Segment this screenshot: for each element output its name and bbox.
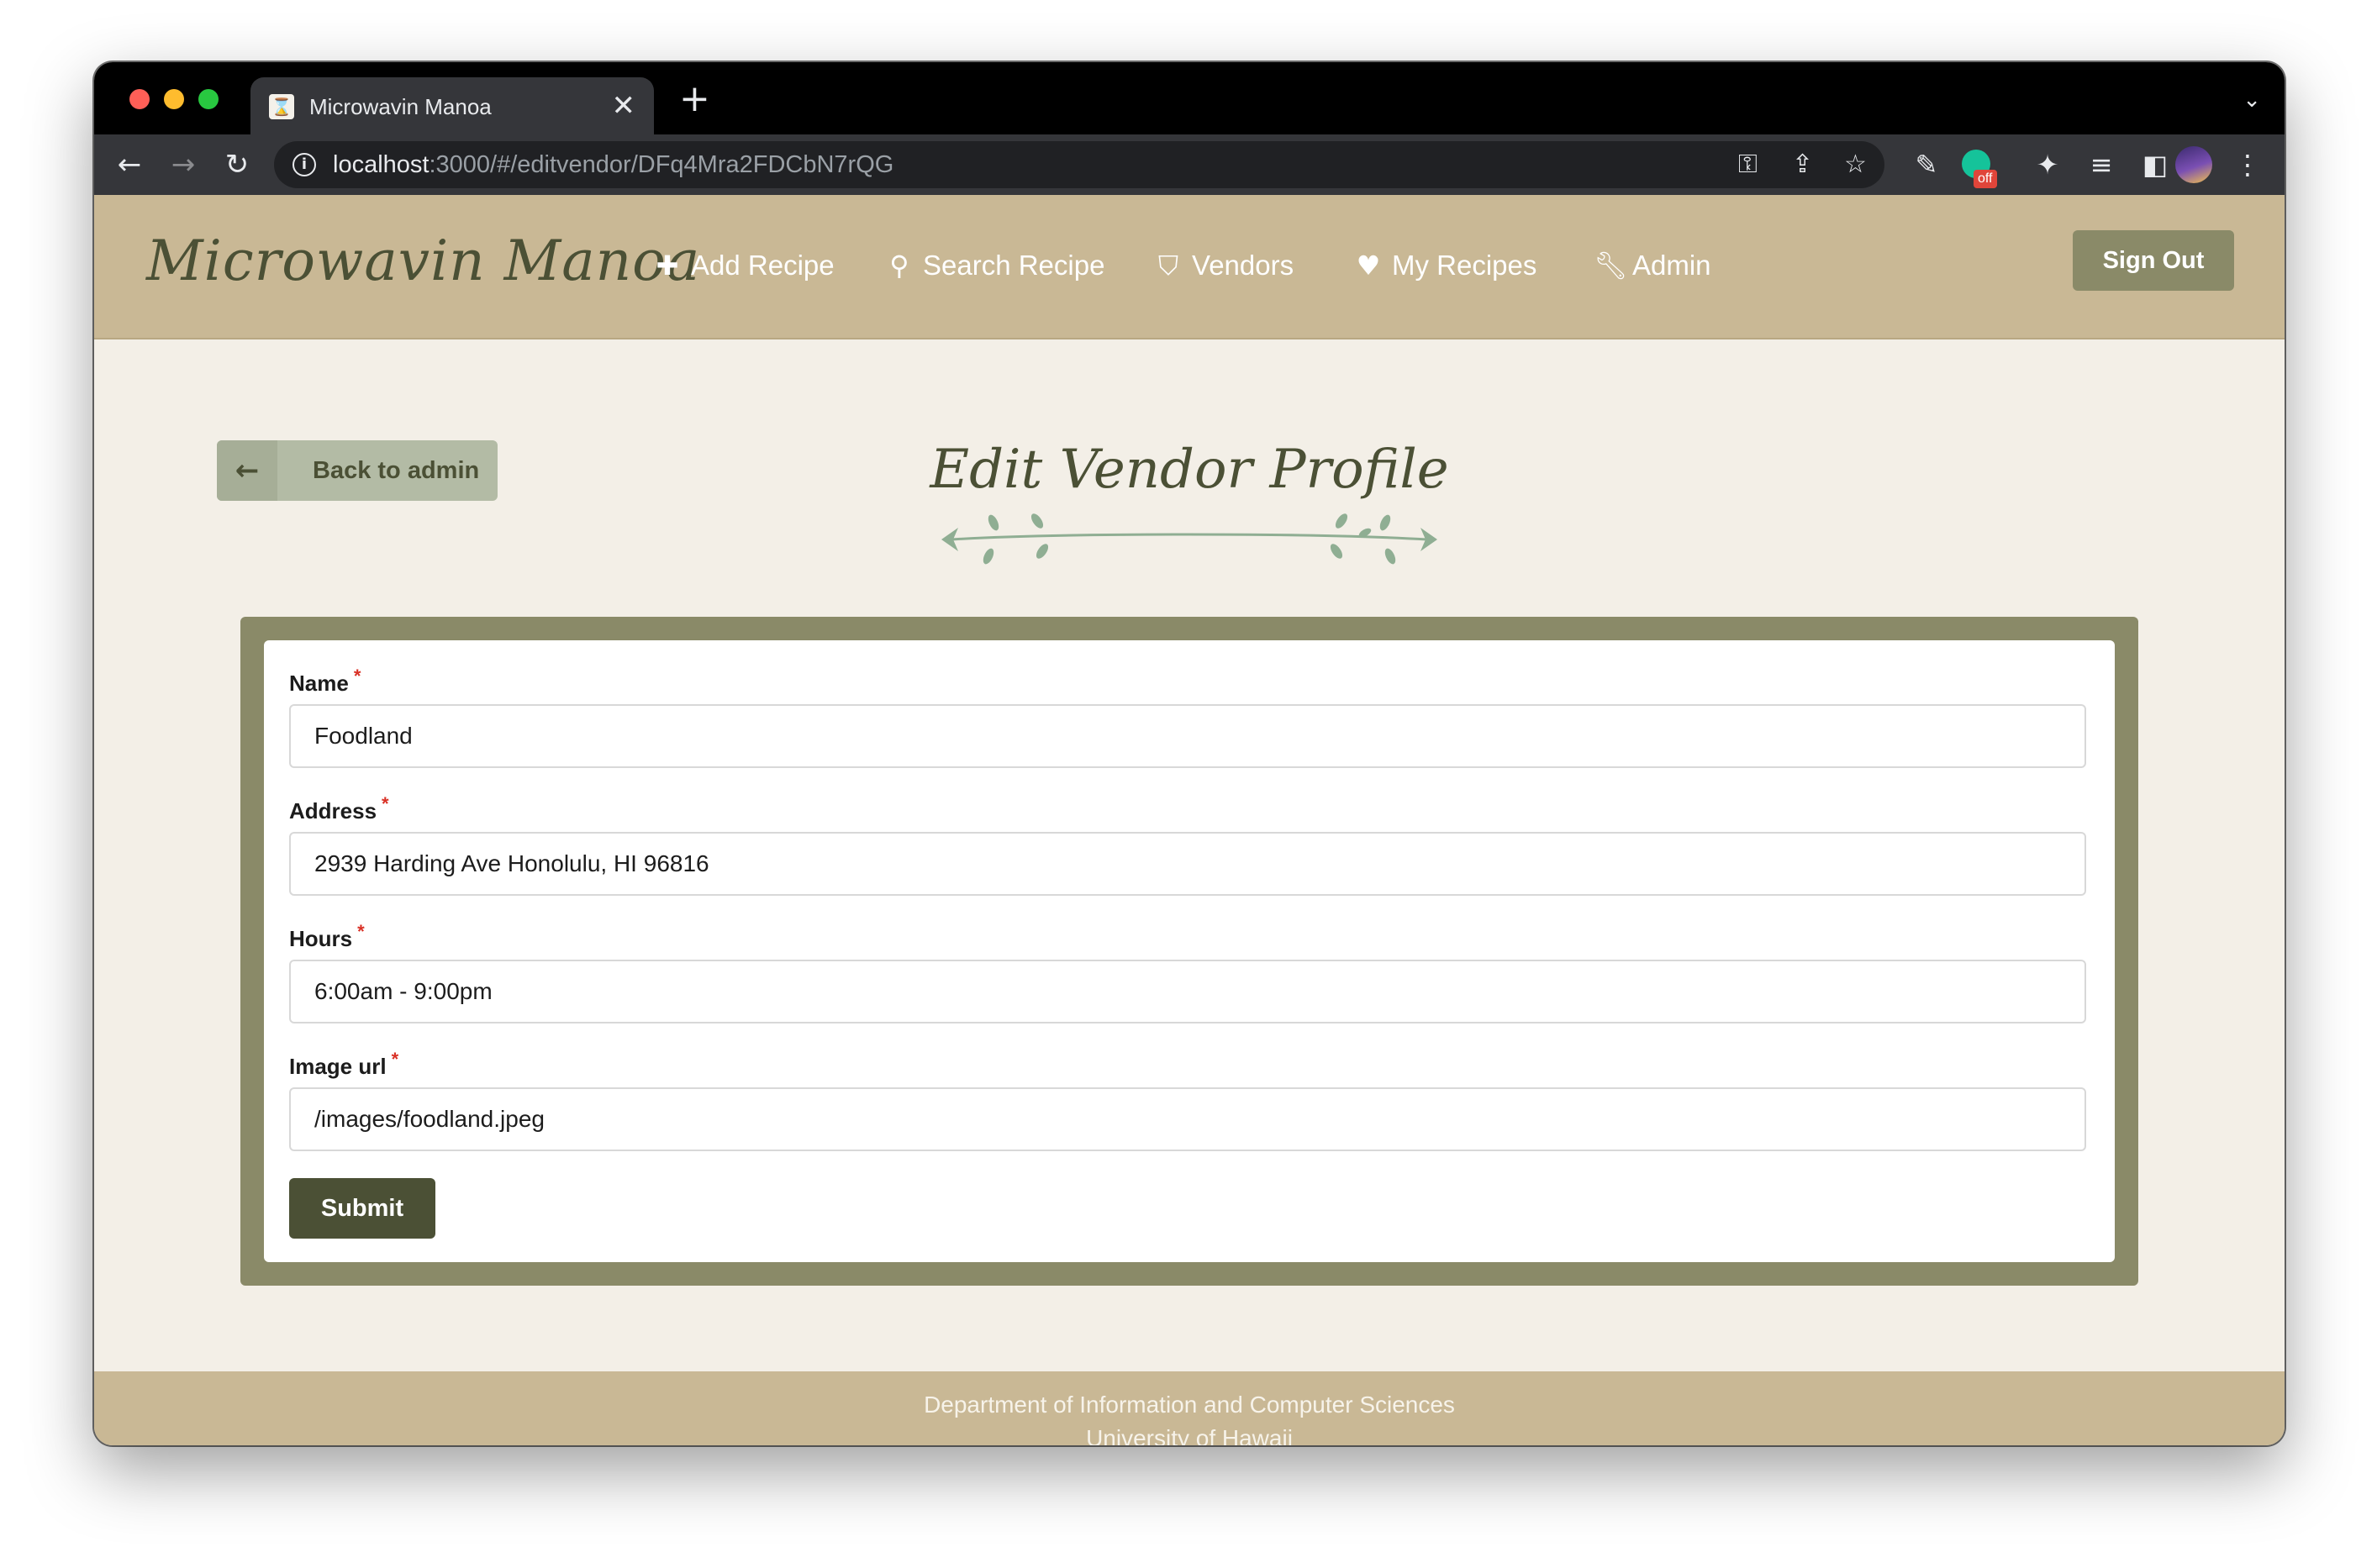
tab-search-chevron-icon[interactable]: ⌄ [2243, 87, 2261, 113]
heart-icon: ♥ [1356, 250, 1381, 282]
new-tab-button[interactable]: + [679, 81, 710, 118]
hours-label-text: Hours [289, 926, 353, 951]
browser-tab[interactable]: ⌛ Microwavin Manoa ✕ [250, 77, 654, 134]
nav-search-recipe[interactable]: ⚲ Search Recipe [884, 242, 1104, 289]
image-url-label-text: Image url [289, 1054, 387, 1079]
tab-close-icon[interactable]: ✕ [612, 89, 636, 123]
hours-field[interactable] [289, 960, 2086, 1023]
nav-admin[interactable]: 🔧︎ Admin [1594, 242, 1711, 289]
footer-university: University of Hawaii [1086, 1425, 1293, 1445]
address-field[interactable] [289, 832, 2086, 896]
footer: Department of Information and Computer S… [94, 1371, 2285, 1445]
forward-arrow-icon[interactable]: → [165, 146, 202, 183]
nav-search-recipe-label: Search Recipe [923, 250, 1105, 281]
browser-toolbar: ← → ↻ i localhost:3000/#/editvendor/DFq4… [94, 134, 2285, 195]
browser-window: ⌛ Microwavin Manoa ✕ + ⌄ ← → ↻ i localho… [94, 62, 2285, 1445]
share-icon[interactable]: ⇪ [1792, 148, 1813, 182]
required-star: * [357, 921, 365, 942]
address-bar[interactable]: i localhost:3000/#/editvendor/DFq4Mra2FD… [274, 141, 1884, 188]
extensions-puzzle-icon[interactable]: ✦ [2029, 146, 2066, 183]
name-label-text: Name [289, 671, 349, 696]
favicon-icon: ⌛ [269, 94, 294, 119]
back-arrow-icon[interactable]: ← [111, 146, 148, 183]
submit-button[interactable]: Submit [289, 1178, 435, 1239]
required-star: * [353, 666, 361, 687]
key-icon[interactable]: ⚿ [1738, 148, 1758, 182]
url-text[interactable]: localhost:3000/#/editvendor/DFq4Mra2FDCb… [333, 151, 893, 179]
bookmark-star-icon[interactable]: ☆ [1844, 148, 1867, 182]
url-host: localhost [333, 151, 430, 178]
nav-my-recipes[interactable]: ♥ My Recipes [1353, 242, 1537, 289]
nav-add-recipe-label: Add Recipe [691, 250, 835, 281]
vine-divider-icon [941, 513, 1437, 565]
tab-strip: ⌛ Microwavin Manoa ✕ + ⌄ [94, 62, 2285, 134]
side-panel-icon[interactable]: ◧ [2137, 146, 2174, 183]
address-label-text: Address [289, 798, 377, 823]
app-navbar: Microwavin Manoa ✚ Add Recipe ⚲ Search Rec… [94, 195, 2285, 339]
name-field[interactable] [289, 704, 2086, 768]
pen-extension-icon[interactable]: ✎ [1908, 146, 1945, 183]
nav-add-recipe[interactable]: ✚ Add Recipe [652, 242, 835, 289]
url-path: :3000/#/editvendor/DFq4Mra2FDCbN7rQG [429, 151, 894, 178]
reload-icon[interactable]: ↻ [219, 146, 256, 183]
nav-vendors[interactable]: ⛉ Vendors [1153, 242, 1294, 289]
sign-out-button[interactable]: Sign Out [2073, 230, 2234, 291]
name-label: Name * [289, 666, 361, 697]
required-star: * [391, 1049, 399, 1070]
wrench-icon: 🔧︎ [1594, 250, 1628, 282]
edit-vendor-form-frame: Name* Address* Hours* Image url* Submit [240, 617, 2138, 1286]
image-url-field[interactable] [289, 1087, 2086, 1151]
minimize-window-button[interactable] [164, 89, 184, 109]
close-window-button[interactable] [129, 89, 150, 109]
image-url-label: Image url * [289, 1049, 398, 1080]
edit-vendor-form: Name* Address* Hours* Image url* Submit [264, 640, 2115, 1262]
maximize-window-button[interactable] [198, 89, 219, 109]
grammarly-off-badge: off [1974, 170, 1997, 188]
address-label: Address * [289, 793, 389, 824]
brand-logo[interactable]: Microwavin Manoa [146, 229, 700, 293]
plus-icon: ✚ [656, 250, 679, 282]
site-info-icon[interactable]: i [293, 153, 316, 176]
hours-label: Hours * [289, 921, 365, 952]
required-star: * [382, 793, 389, 814]
nav-my-recipes-label: My Recipes [1392, 250, 1537, 281]
footer-department: Department of Information and Computer S… [924, 1392, 1455, 1418]
search-icon: ⚲ [889, 250, 909, 282]
reading-list-icon[interactable]: ≡ [2083, 146, 2120, 183]
nav-admin-label: Admin [1632, 250, 1711, 281]
nav-vendors-label: Vendors [1192, 250, 1294, 281]
profile-avatar[interactable] [2175, 146, 2212, 183]
page-title: Edit Vendor Profile [930, 439, 1449, 501]
more-menu-icon[interactable]: ⋮ [2229, 146, 2266, 183]
tags-icon: ⛉ [1157, 250, 1178, 282]
tab-title: Microwavin Manoa [309, 94, 492, 119]
